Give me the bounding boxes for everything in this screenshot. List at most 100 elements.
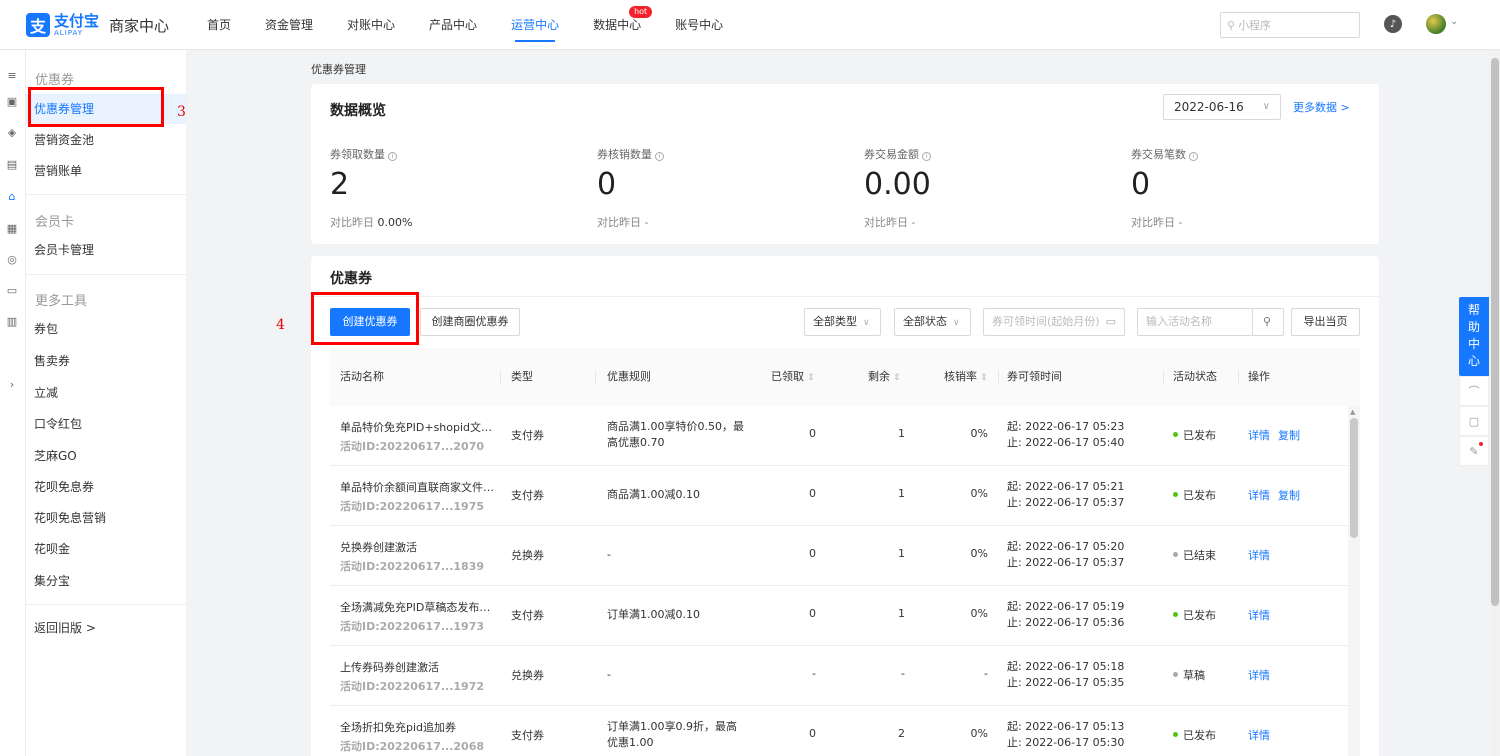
coupon-rule: 商品满1.00减0.10 (607, 488, 700, 501)
export-page-button[interactable]: 导出当页 (1291, 308, 1360, 336)
main-nav: 首页 资金管理 对账中心 产品中心 运营中心 数据中心 hot 账号中心 (207, 0, 757, 50)
divider (311, 296, 1379, 297)
info-icon[interactable]: i (922, 152, 931, 161)
sidebar-item-jifenbao[interactable]: 集分宝 (26, 566, 186, 596)
sidebar-item-huabei-coupon[interactable]: 花呗免息券 (26, 472, 186, 502)
nav-account[interactable]: 账号中心 (675, 0, 723, 50)
detail-link[interactable]: 详情 (1248, 669, 1270, 682)
scroll-up-icon[interactable]: ▲ (1350, 408, 1355, 416)
avatar[interactable] (1426, 14, 1446, 34)
overview-card: 数据概览 2022-06-16 ∨ 更多数据 > 券领取数量 i 2 对比昨日 0… (311, 84, 1379, 244)
create-district-coupon-button[interactable]: 创建商圈优惠券 (420, 308, 520, 336)
document-icon[interactable]: ▦ (5, 221, 19, 235)
claimed-count: 0 (809, 607, 816, 620)
dashboard-icon[interactable]: ▣ (5, 94, 19, 108)
detail-link[interactable]: 详情 (1248, 609, 1270, 622)
table-scrollbar[interactable]: ▲ (1348, 406, 1360, 756)
stat-claimed: 券领取数量 i 2 对比昨日 0.00% (330, 146, 570, 230)
col-claimed[interactable]: 已领取 ⇕ (771, 348, 815, 406)
page-scroll-thumb[interactable] (1491, 58, 1499, 606)
sidebar-item-red-packet[interactable]: 口令红包 (26, 409, 186, 439)
nav-data[interactable]: 数据中心 hot (593, 0, 653, 50)
chevron-down-icon[interactable]: ⌄ (1450, 16, 1458, 27)
alipay-logo[interactable]: 支 支付宝 ALIPAY 商家中心 (26, 12, 169, 38)
detail-link[interactable]: 详情 (1248, 429, 1270, 442)
start-time: 起: 2022-06-17 05:18 (1007, 660, 1125, 673)
type-filter-select[interactable]: 全部类型 ∨ (804, 308, 881, 336)
target-icon[interactable]: ◎ (5, 252, 19, 266)
coupon-type: 支付券 (511, 489, 544, 502)
red-dot (1479, 442, 1483, 446)
divider (26, 604, 186, 605)
headset-icon[interactable]: ⌒ (1459, 376, 1489, 406)
nav-funds[interactable]: 资金管理 (265, 0, 313, 50)
sidebar-item-marketing-bill[interactable]: 营销账单 (26, 156, 186, 186)
detail-link[interactable]: 详情 (1248, 729, 1270, 742)
gift-icon[interactable]: ⌂ (5, 189, 19, 203)
sort-icon: ⇕ (807, 373, 815, 383)
table-scroll-thumb[interactable] (1350, 418, 1358, 538)
nav-operations[interactable]: 运营中心 (511, 0, 559, 50)
info-icon[interactable]: i (388, 152, 397, 161)
activity-name: 上传券码券创建激活 (340, 661, 439, 674)
activity-name-input[interactable]: 输入活动名称 (1137, 308, 1253, 336)
notification-bell-icon[interactable]: ♪ (1384, 15, 1402, 33)
nav-home[interactable]: 首页 (207, 0, 231, 50)
info-icon[interactable]: i (1189, 152, 1198, 161)
detail-link[interactable]: 详情 (1248, 489, 1270, 502)
coupon-rule: 商品满1.00享特价0.50，最高优惠0.70 (607, 420, 744, 449)
activity-name: 兑换券创建激活 (340, 541, 417, 554)
nav-reconcile[interactable]: 对账中心 (347, 0, 395, 50)
calendar-icon: ▭ (1105, 315, 1116, 328)
expand-arrow-icon[interactable]: › (5, 377, 19, 391)
status-badge: 已发布 (1173, 727, 1216, 743)
status-filter-select[interactable]: 全部状态 ∨ (894, 308, 971, 336)
col-remaining[interactable]: 剩余 ⇕ (868, 348, 901, 406)
help-center-button[interactable]: 帮助中心 (1459, 297, 1489, 376)
bill-icon[interactable]: ▤ (5, 157, 19, 171)
new-feature-icon[interactable]: ▢ (1459, 406, 1489, 436)
overview-title: 数据概览 (330, 103, 386, 119)
back-old-version-link[interactable]: 返回旧版 > (26, 613, 186, 643)
coupon-type: 兑换券 (511, 669, 544, 682)
card-icon[interactable]: ▭ (5, 283, 19, 297)
feedback-pen-icon[interactable]: ✎ (1459, 436, 1489, 466)
sidebar-item-huabei-gold[interactable]: 花呗金 (26, 534, 186, 564)
search-input[interactable]: ⚲ 小程序 (1220, 12, 1360, 38)
chevron-down-icon: ∨ (863, 318, 870, 328)
more-data-link[interactable]: 更多数据 > (1293, 99, 1350, 115)
sort-icon: ⇕ (893, 373, 901, 383)
search-button[interactable]: ⚲ (1252, 308, 1284, 336)
sidebar-item-marketing-pool[interactable]: 营销资金池 (26, 125, 186, 155)
detail-link[interactable]: 详情 (1248, 549, 1270, 562)
col-type: 类型 (511, 370, 533, 383)
stat-transactions: 券交易笔数 i 0 对比昨日 - (1131, 146, 1371, 230)
nav-products[interactable]: 产品中心 (429, 0, 477, 50)
start-time: 起: 2022-06-17 05:21 (1007, 480, 1125, 493)
sidebar-item-huabei-marketing[interactable]: 花呗免息营销 (26, 503, 186, 533)
table-row: 单品特价免充PID+shopid文件上传 活动ID:20220617...2070… (330, 406, 1360, 466)
sidebar-item-member-card[interactable]: 会员卡管理 (26, 235, 186, 265)
time-range-input[interactable]: 券可领时间(起始月份) ▭ (983, 308, 1125, 336)
menu-icon[interactable]: ≡ (5, 68, 19, 82)
sidebar-item-sell-coupon[interactable]: 售卖券 (26, 346, 186, 376)
sidebar-item-zhima-go[interactable]: 芝麻GO (26, 441, 186, 471)
table-row: 兑换券创建激活 活动ID:20220617...1839 兑换券 - 0 1 0%… (330, 526, 1360, 586)
date-picker[interactable]: 2022-06-16 ∨ (1163, 94, 1281, 120)
sidebar-item-instant-discount[interactable]: 立减 (26, 378, 186, 408)
info-icon[interactable]: i (655, 152, 664, 161)
funds-icon[interactable]: ◈ (5, 125, 19, 139)
coupons-title: 优惠券 (330, 271, 372, 287)
activity-name: 全场满减免充PID草稿态发布激活 (340, 601, 500, 614)
sidebar-item-coupon-pack[interactable]: 券包 (26, 314, 186, 344)
activity-name: 单品特价余额间直联商家文件上传 (340, 481, 500, 494)
verify-rate: - (984, 667, 988, 680)
search-icon: ⚲ (1263, 315, 1272, 328)
page-scrollbar[interactable] (1490, 50, 1500, 756)
col-verify-rate[interactable]: 核销率 ⇕ (944, 348, 988, 406)
copy-link[interactable]: 复制 (1278, 429, 1300, 442)
coupon-type: 支付券 (511, 429, 544, 442)
copy-link[interactable]: 复制 (1278, 489, 1300, 502)
stat-value: 0 (1131, 167, 1151, 202)
list-icon[interactable]: ▥ (5, 314, 19, 328)
